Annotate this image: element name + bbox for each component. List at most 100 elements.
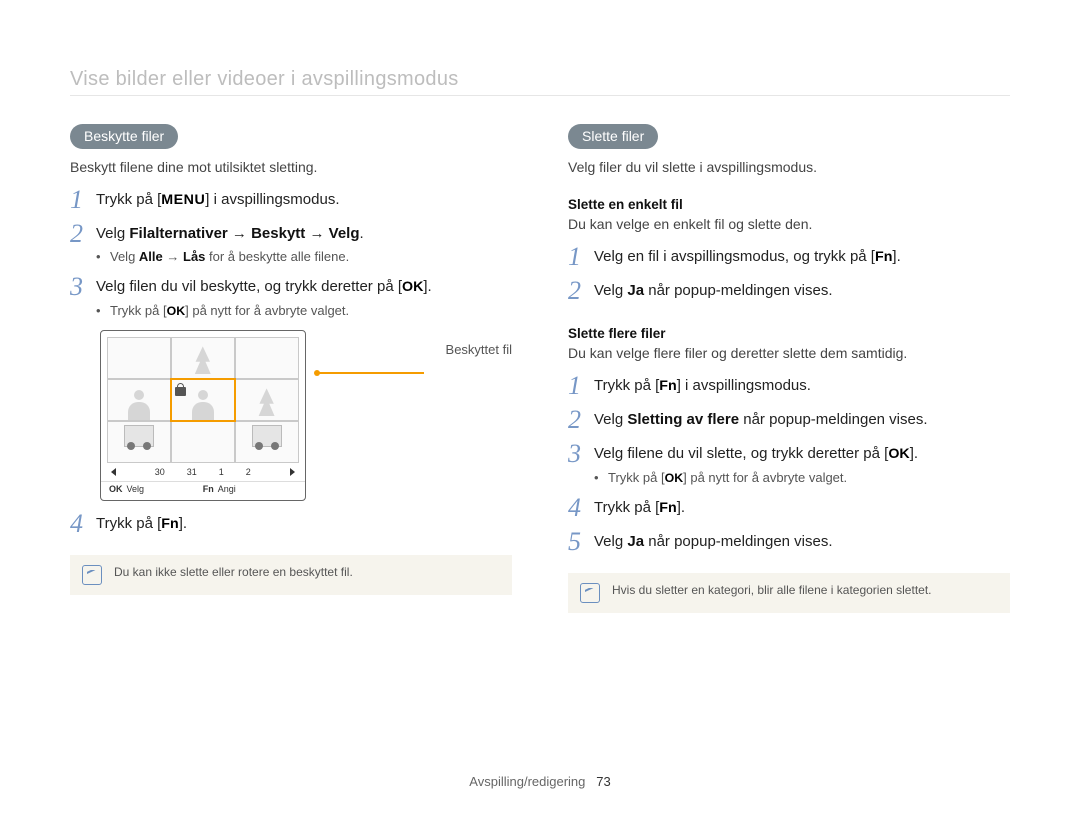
- pager-date: 2: [246, 467, 251, 477]
- delete-multi-step-3-sub: Trykk på [OK] på nytt for å avbryte valg…: [594, 469, 1010, 487]
- thumb-cell: [235, 421, 299, 463]
- chevron-left-icon: [107, 467, 117, 477]
- lock-icon: [175, 383, 186, 396]
- step-number: 2: [568, 407, 594, 433]
- ok-button-label: OK: [402, 278, 423, 298]
- delete-single-intro: Du kan velge en enkelt fil og slette den…: [568, 216, 1010, 232]
- tree-icon: [194, 346, 212, 374]
- text: når popup-meldingen vises.: [644, 282, 832, 299]
- delete-multi-step-1: Trykk på [Fn] i avspillingsmodus.: [594, 375, 1010, 397]
- delete-single-step-2: Velg Ja når popup-meldingen vises.: [594, 280, 1010, 301]
- delete-multi-steps: 1 Trykk på [Fn] i avspillingsmodus. 2 Ve…: [568, 375, 1010, 555]
- delete-multi-heading: Slette flere filer: [568, 326, 1010, 341]
- bottombar-ok-text: Velg: [127, 484, 145, 494]
- note-text: Du kan ikke slette eller rotere en besky…: [114, 565, 353, 579]
- protect-step-2-sub: Velg Alle → Lås for å beskytte alle file…: [96, 248, 512, 266]
- thumb-cell: [107, 337, 171, 379]
- page-number: 73: [596, 774, 610, 789]
- step-number: 4: [70, 511, 96, 537]
- text: ].: [677, 499, 685, 516]
- text: Velg en fil i avspillingsmodus, og trykk…: [594, 248, 875, 265]
- delete-single-heading: Slette en enkelt fil: [568, 197, 1010, 212]
- ok-button-label: OK: [109, 484, 123, 494]
- text: ] på nytt for å avbryte valget.: [683, 470, 847, 485]
- section-pill-protect: Beskytte filer: [70, 124, 178, 149]
- delete-multi-step-2: Velg Sletting av flere når popup-melding…: [594, 409, 1010, 430]
- bottombar-fn-text: Angi: [218, 484, 236, 494]
- delete-single-step-1: Velg en fil i avspillingsmodus, og trykk…: [594, 246, 1010, 268]
- callout-line: [318, 352, 434, 402]
- protect-step-2: Velg Filalternativer → Beskytt → Velg. V…: [96, 223, 512, 266]
- text-bold: Ja: [627, 533, 644, 550]
- step-number: 1: [70, 187, 96, 213]
- ok-button-label: OK: [888, 445, 909, 465]
- text: ].: [179, 515, 187, 532]
- text: Velg: [594, 411, 627, 428]
- thumb-cell: [107, 379, 171, 421]
- fn-button-label: Fn: [161, 515, 178, 535]
- camera-bottombar: OK Velg Fn Angi: [101, 481, 305, 496]
- note-protect: Du kan ikke slette eller rotere en besky…: [70, 555, 512, 595]
- text: Trykk på [: [110, 303, 167, 318]
- delete-multi-intro: Du kan velge flere filer og deretter sle…: [568, 345, 1010, 361]
- thumb-cell: [107, 421, 171, 463]
- callout-h-line: [316, 372, 424, 374]
- callout: [318, 330, 434, 402]
- step-number: 2: [568, 278, 594, 304]
- step-number: 4: [568, 495, 594, 521]
- page-footer: Avspilling/redigering 73: [0, 774, 1080, 789]
- thumb-cell-selected: [171, 379, 235, 421]
- thumb-cell: [235, 337, 299, 379]
- text: Trykk på [: [96, 515, 161, 532]
- fn-button-label: Fn: [659, 499, 676, 519]
- text: Velg filene du vil slette, og trykk dere…: [594, 445, 888, 462]
- pager-date: 31: [187, 467, 197, 477]
- divider: [70, 95, 1010, 96]
- text: Velg: [594, 533, 627, 550]
- camera-illustration: 30 31 1 2 OK Velg Fn: [100, 330, 512, 501]
- pager-date: 30: [155, 467, 165, 477]
- note-delete: Hvis du sletter en kategori, blir alle f…: [568, 573, 1010, 613]
- protect-step-3: Velg filen du vil beskytte, og trykk der…: [96, 276, 512, 320]
- chevron-right-icon: [289, 467, 299, 477]
- delete-multi-step-4: Trykk på [Fn].: [594, 497, 1010, 519]
- protect-steps-continued: 4 Trykk på [Fn].: [70, 513, 512, 537]
- text: ].: [892, 248, 900, 265]
- text: Trykk på [: [594, 377, 659, 394]
- text: Velg: [96, 225, 129, 242]
- text: Velg filen du vil beskytte, og trykk der…: [96, 278, 402, 295]
- arrow: →: [228, 225, 251, 242]
- text: ] i avspillingsmodus.: [205, 191, 339, 208]
- step-number: 3: [568, 441, 594, 467]
- text-bold: Ja: [627, 282, 644, 299]
- fn-button-label: Fn: [659, 377, 676, 397]
- protect-step-1: Trykk på [MENU] i avspillingsmodus.: [96, 189, 512, 211]
- person-icon: [190, 388, 216, 420]
- delete-intro: Velg filer du vil slette i avspillingsmo…: [568, 159, 1010, 175]
- date-pager: 30 31 1 2: [101, 465, 305, 481]
- protect-step-3-sub: Trykk på [OK] på nytt for å avbryte valg…: [96, 302, 512, 320]
- text: ].: [423, 278, 431, 295]
- text: Trykk på [: [608, 470, 665, 485]
- arrow: →: [305, 225, 328, 242]
- thumb-cell: [235, 379, 299, 421]
- callout-label: Beskyttet fil: [446, 342, 512, 357]
- tree-icon: [258, 388, 276, 416]
- note-icon: [82, 565, 102, 585]
- date-pager-dates: 30 31 1 2: [155, 467, 251, 477]
- step-number: 5: [568, 529, 594, 555]
- pager-date: 1: [219, 467, 224, 477]
- menu-button-label: MENU: [161, 191, 205, 211]
- thumbnail-grid: [107, 337, 299, 463]
- note-text: Hvis du sletter en kategori, blir alle f…: [612, 583, 932, 597]
- step-number: 3: [70, 274, 96, 300]
- fn-button-label: Fn: [875, 248, 892, 268]
- ok-button-label: OK: [167, 303, 186, 320]
- delete-multi-step-5: Velg Ja når popup-meldingen vises.: [594, 531, 1010, 552]
- delete-multi-step-3: Velg filene du vil slette, og trykk dere…: [594, 443, 1010, 487]
- delete-single-steps: 1 Velg en fil i avspillingsmodus, og try…: [568, 246, 1010, 304]
- protect-steps: 1 Trykk på [MENU] i avspillingsmodus. 2 …: [70, 189, 512, 320]
- text-bold: Sletting av flere: [627, 411, 739, 428]
- footer-label: Avspilling/redigering: [469, 774, 585, 789]
- text: for å beskytte alle filene.: [205, 249, 349, 264]
